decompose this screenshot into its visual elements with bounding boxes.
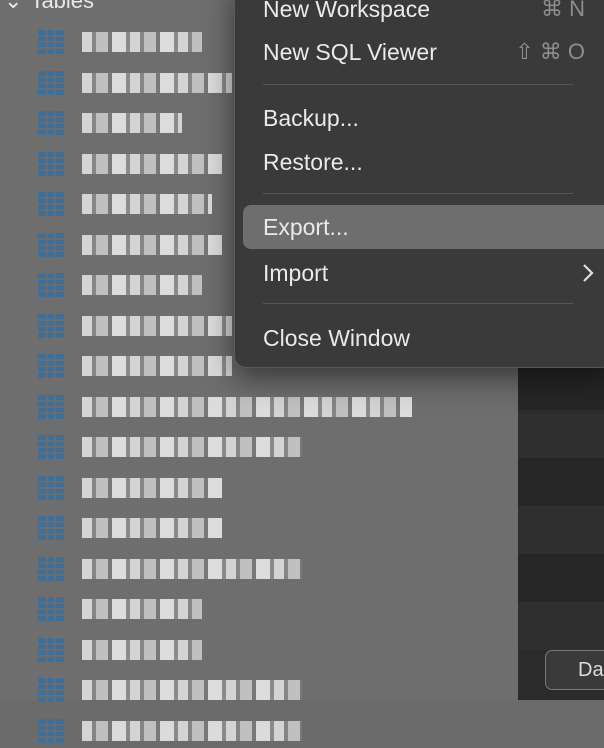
table-name-redacted (82, 437, 302, 457)
chevron-right-icon (581, 253, 595, 305)
menu-item-label: Import (263, 260, 329, 286)
table-grid-icon (38, 273, 64, 297)
table-name-redacted (82, 315, 232, 336)
table-grid-icon (38, 354, 64, 378)
da-button[interactable]: Da (545, 650, 604, 690)
table-name-redacted (82, 32, 202, 52)
menu-separator (263, 303, 573, 304)
table-name-redacted (82, 558, 302, 579)
context-menu: New Workspace ⌘ N New SQL Viewer ⇧ ⌘ O B… (234, 0, 604, 368)
menu-item-label: Backup... (263, 105, 359, 131)
table-name-redacted (82, 275, 202, 295)
table-name-redacted (82, 72, 232, 93)
menu-item-label: Export... (263, 214, 349, 240)
grid-row-stripe (518, 362, 604, 410)
shortcut-text: ⇧ ⌘ O (515, 39, 585, 64)
table-grid-icon (38, 597, 64, 621)
shortcut-text: ⌘ N (541, 0, 585, 21)
table-grid-icon (38, 313, 64, 338)
table-name-redacted (82, 639, 202, 660)
table-grid-icon (38, 718, 64, 743)
tables-header-label: Tables (30, 0, 95, 13)
table-name-redacted (82, 599, 202, 619)
tables-group-header[interactable]: ⌄ Tables (0, 0, 95, 14)
table-name-redacted (82, 194, 212, 214)
grid-row-stripe (518, 410, 604, 458)
menu-separator (263, 193, 573, 194)
menu-item-label: Close Window (263, 325, 410, 351)
table-name-redacted (82, 518, 222, 538)
table-name-redacted (82, 477, 222, 498)
table-name-redacted (82, 153, 222, 174)
menu-item-restore[interactable]: Restore... (243, 142, 604, 182)
grid-row-stripe (518, 506, 604, 554)
grid-row-stripe (518, 602, 604, 650)
table-name-redacted (82, 720, 302, 741)
table-name-redacted (82, 396, 412, 417)
da-button-label: Da (578, 659, 604, 681)
menu-item-label: Restore... (263, 149, 363, 175)
table-grid-icon (38, 151, 64, 176)
table-grid-icon (38, 70, 64, 95)
menu-item-new-workspace[interactable]: New Workspace ⌘ N (243, 0, 604, 29)
table-grid-icon (38, 111, 64, 135)
menu-item-label: New SQL Viewer (263, 39, 437, 65)
table-grid-icon (38, 435, 64, 459)
grid-row-stripe (518, 554, 604, 602)
table-grid-icon (38, 678, 64, 702)
table-grid-icon (38, 394, 64, 419)
table-grid-icon (38, 637, 64, 662)
table-grid-icon (38, 475, 64, 500)
table-grid-icon (38, 556, 64, 581)
menu-item-close-window[interactable]: Close Window (243, 318, 604, 358)
table-name-redacted (82, 113, 182, 133)
table-name-redacted (82, 680, 302, 700)
menu-item-new-sql-viewer[interactable]: New SQL Viewer ⇧ ⌘ O (243, 32, 604, 72)
menu-separator (263, 84, 573, 85)
menu-item-export[interactable]: Export... (243, 205, 604, 249)
table-grid-icon (38, 192, 64, 216)
table-name-redacted (82, 356, 232, 376)
table-grid-icon (38, 232, 64, 257)
menu-item-backup[interactable]: Backup... (243, 98, 604, 138)
menu-item-label: New Workspace (263, 0, 431, 22)
grid-row-stripe (518, 458, 604, 506)
table-grid-icon (38, 30, 64, 54)
table-name-redacted (82, 234, 222, 255)
menu-item-import[interactable]: Import (243, 253, 604, 293)
table-grid-icon (38, 516, 64, 540)
chevron-down-icon[interactable]: ⌄ (4, 0, 22, 14)
